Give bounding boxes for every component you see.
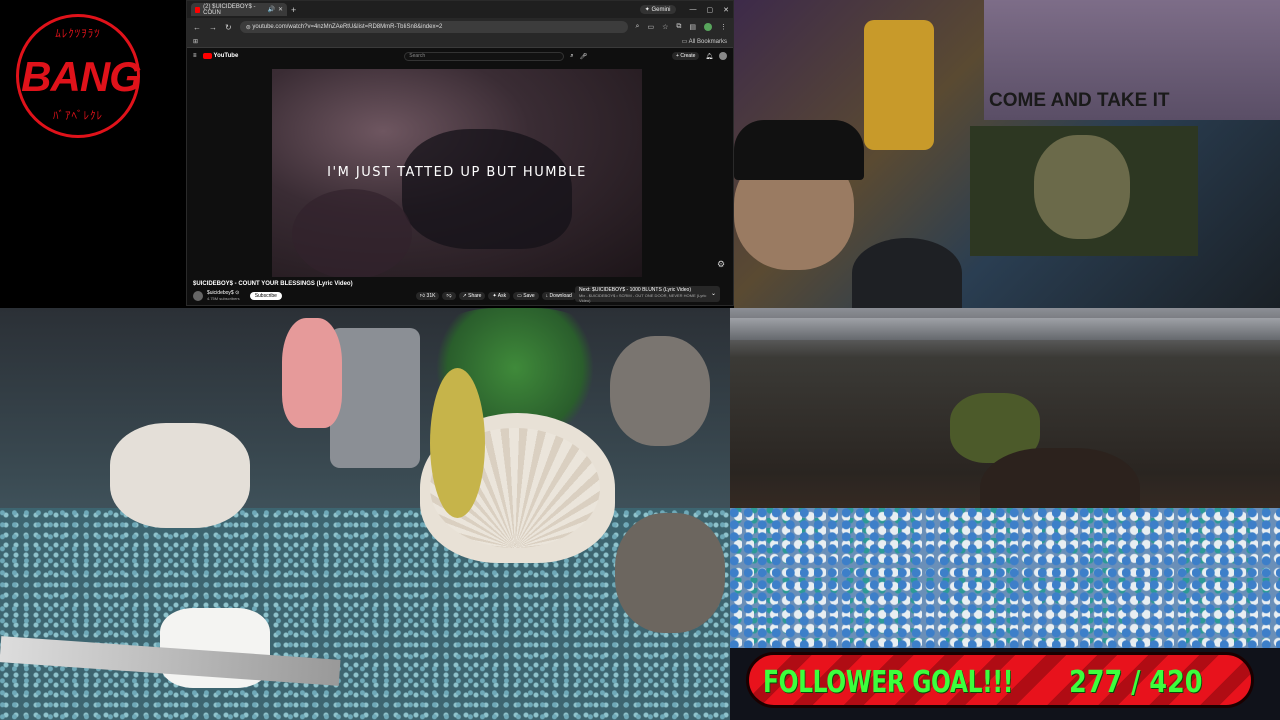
rock (615, 513, 725, 633)
toolbar-icons: ⌕ ▭ ☆ ⧉ ▤ ⋮ (636, 23, 727, 31)
reload-icon[interactable]: ↻ (225, 23, 232, 32)
rock (610, 336, 710, 446)
yellow-leaf (430, 368, 485, 518)
bang-logo: ﾑﾚｸﾂｦﾗﾂ BANG ﾊﾞｱﾍﾞﾚｸﾚ (16, 14, 142, 138)
subscribe-button[interactable]: Subscribe (249, 291, 282, 300)
chevron-down-icon[interactable]: ⌄ (711, 290, 716, 297)
webcam-feed: COME AND TAKE IT (734, 0, 1280, 308)
window-controls: — ▢ ✕ (690, 6, 730, 14)
zoom-icon[interactable]: ⌕ (636, 23, 640, 31)
youtube-header-right: + Create 🔔︎ (672, 52, 727, 60)
follower-goal-count: 277 / 420 (1069, 665, 1203, 700)
close-tab-icon[interactable]: ✕ (278, 6, 283, 13)
next-subtitle: Mix - $UICIDEBOY$ • SCRIM - OUT ONE DOOR… (579, 293, 707, 303)
speaker-icon: 🔊 (267, 7, 275, 13)
follower-count-current: 277 (1069, 665, 1123, 700)
maximize-icon[interactable]: ▢ (707, 6, 714, 14)
bookmark-star-icon[interactable]: ☆ (662, 23, 668, 31)
forward-icon[interactable]: → (209, 23, 217, 32)
address-bar[interactable]: ⊜ youtube.com/watch?v=4nzMnZAeRtU&list=R… (239, 21, 628, 33)
stream-layout: ﾑﾚｸﾂｦﾗﾂ BANG ﾊﾞｱﾍﾞﾚｸﾚ (2) $UICIDEBOY$ - … (0, 0, 1280, 720)
ask-button[interactable]: ✦ Ask (488, 291, 511, 300)
url-text: youtube.com/watch?v=4nzMnZAeRtU&list=RD8… (252, 24, 443, 30)
site-info-icon[interactable]: ⊜ (246, 24, 253, 31)
download-label: Download (549, 292, 572, 299)
up-next-box[interactable]: Next: $UICIDEBOY$ - 1000 BLUNTS (Lyric V… (575, 286, 720, 303)
follower-count-separator: / (1122, 665, 1150, 700)
lamp (864, 20, 934, 150)
gemini-button[interactable]: ✦ Gemini (639, 5, 676, 14)
new-tab-button[interactable]: + (291, 5, 296, 15)
lyric-caption: I'M JUST TATTED UP BUT HUMBLE (327, 165, 587, 180)
video-player[interactable]: I'M JUST TATTED UP BUT HUMBLE (272, 69, 642, 277)
youtube-search-input[interactable]: Search (404, 51, 565, 61)
microphone (852, 238, 962, 308)
menu-icon[interactable]: ⋮ (720, 23, 727, 31)
streamer-cap (734, 120, 864, 180)
skull-graphic (1034, 135, 1130, 239)
search-icon[interactable]: ⌕ (570, 53, 573, 60)
castle-ornament (330, 328, 420, 468)
water-surface (730, 318, 1280, 340)
like-count: 31K (426, 292, 436, 299)
channel-avatar[interactable] (193, 290, 203, 301)
save-button[interactable]: ▭ Save (513, 291, 539, 300)
share-label: Share (468, 292, 482, 299)
youtube-brand: YouTube (213, 53, 239, 59)
youtube-play-icon (202, 53, 212, 59)
ask-label: Ask (497, 292, 507, 299)
notifications-icon[interactable]: 🔔︎ (705, 53, 713, 60)
video-actions: 👍︎ 31K 👎︎ ↗ Share ✦ Ask ▭ Save ↓ Downloa… (415, 291, 592, 300)
sidepanel-icon[interactable]: ▤ (689, 23, 696, 31)
apps-icon[interactable]: ⊞ (193, 38, 198, 45)
octopus-ornament (282, 318, 342, 428)
back-icon[interactable]: ← (193, 23, 201, 32)
youtube-favicon-icon (195, 6, 201, 13)
tab-strip: (2) $UICIDEBOY$ - COUN 🔊 ✕ + ✦ Gemini — … (187, 1, 733, 18)
bookmarks-bar: ⊞ ▭ All Bookmarks (187, 36, 733, 48)
youtube-avatar[interactable] (719, 52, 727, 60)
logo-bottom-text: ﾊﾞｱﾍﾞﾚｸﾚ (53, 109, 103, 122)
channel-info: $uicideboy$ ⊙ 4.75M subscribers (207, 290, 240, 301)
youtube-header: ≡ YouTube Search ⌕ 🎤︎ + Create 🔔︎ (187, 48, 733, 64)
tab-title: (2) $UICIDEBOY$ - COUN (203, 3, 256, 16)
browser-toolbar: ← → ↻ ⊜ youtube.com/watch?v=4nzMnZAeRtU&… (187, 18, 733, 36)
follower-goal-label: FOLLOWER GOAL!!! (763, 665, 1013, 700)
microphone-icon[interactable]: 🎤︎ (580, 53, 588, 60)
aquarium-feed-1 (0, 308, 730, 720)
all-bookmarks[interactable]: ▭ All Bookmarks (682, 38, 727, 45)
browser-window: (2) $UICIDEBOY$ - COUN 🔊 ✕ + ✦ Gemini — … (186, 0, 734, 306)
channel-subs: 4.75M subscribers (207, 296, 240, 301)
gemini-label: Gemini (651, 7, 671, 13)
banner-text: COME AND TAKE IT (989, 90, 1170, 111)
follower-goal-bar: FOLLOWER GOAL!!! 277 / 420 (746, 652, 1254, 708)
download-button[interactable]: ↓ Download (541, 291, 576, 300)
extensions-icon[interactable]: ⧉ (676, 23, 681, 31)
all-bookmarks-label: All Bookmarks (688, 39, 727, 45)
profile-avatar[interactable] (704, 23, 712, 31)
video-figure-2 (292, 189, 412, 277)
share-button[interactable]: ↗ Share (458, 291, 486, 300)
dislike-button[interactable]: 👎︎ (442, 291, 456, 300)
white-rock (110, 423, 250, 528)
close-window-icon[interactable]: ✕ (723, 6, 729, 14)
hamburger-icon[interactable]: ≡ (193, 53, 197, 59)
save-label: Save (523, 292, 535, 299)
minimize-icon[interactable]: — (690, 6, 697, 14)
follower-count-target: 420 (1149, 665, 1203, 700)
like-button[interactable]: 👍︎ 31K (415, 291, 440, 300)
logo-word: BANG (21, 53, 142, 100)
video-figure (402, 129, 572, 249)
browser-tab-youtube[interactable]: (2) $UICIDEBOY$ - COUN 🔊 ✕ (191, 3, 287, 16)
colored-gravel (730, 508, 1280, 648)
logo-top-text: ﾑﾚｸﾂｦﾗﾂ (55, 27, 101, 40)
create-button[interactable]: + Create (672, 52, 700, 60)
cast-icon[interactable]: ▭ (647, 23, 654, 31)
youtube-logo[interactable]: YouTube (202, 53, 239, 59)
player-settings-icon[interactable]: ⚙︎ (717, 259, 725, 270)
create-label: Create (680, 53, 696, 59)
